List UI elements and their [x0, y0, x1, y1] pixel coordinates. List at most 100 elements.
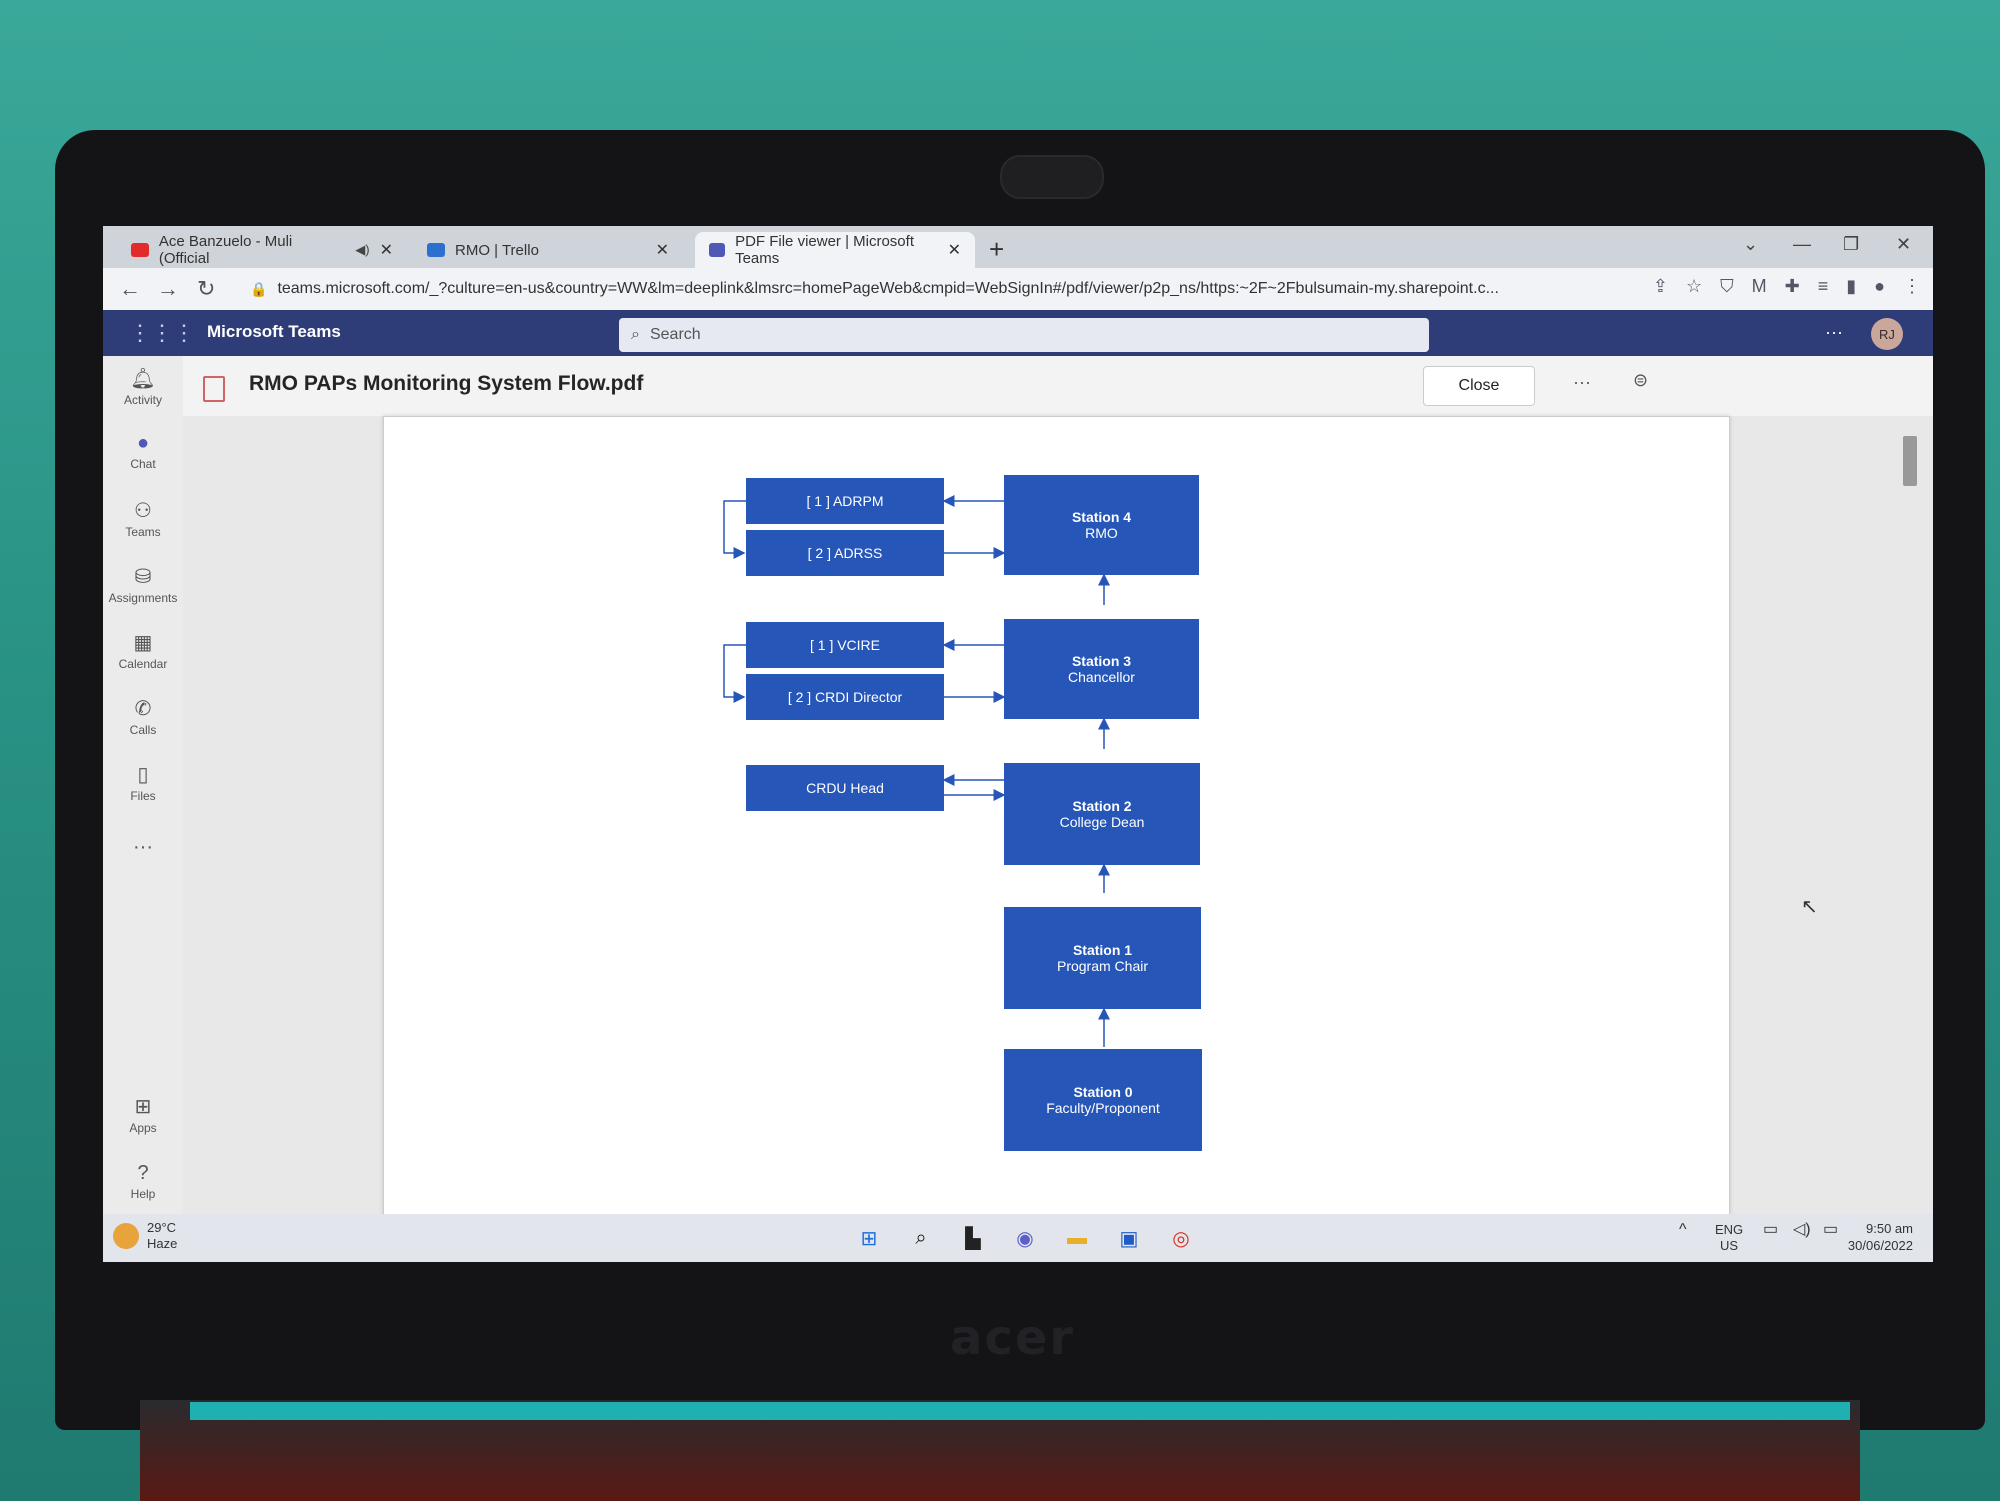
forward-icon[interactable]: →: [157, 276, 179, 302]
teams-icon: [709, 243, 726, 257]
teams-chat-icon[interactable]: ◉: [1009, 1222, 1041, 1254]
tab-label: PDF File viewer | Microsoft Teams: [735, 233, 914, 267]
close-icon[interactable]: ✕: [948, 240, 961, 260]
box-crdi-director: [ 2 ] CRDI Director: [746, 674, 944, 720]
weather-widget[interactable]: 29°C Haze: [113, 1220, 177, 1252]
chevron-down-icon[interactable]: ⌄: [1743, 234, 1758, 255]
phone-icon: ✆: [134, 698, 152, 720]
file-header: RMO PAPs Monitoring System Flow.pdf Clos…: [183, 356, 1933, 416]
new-tab-icon[interactable]: +: [989, 234, 1004, 265]
close-icon[interactable]: ✕: [656, 240, 669, 260]
app-title: Microsoft Teams: [207, 322, 341, 341]
rail-item-calendar[interactable]: ▦ Calendar: [103, 630, 183, 671]
pdf-viewer[interactable]: [ 1 ] ADRPM [ 2 ] ADRSS [ 1 ] VCIRE [ 2 …: [183, 416, 1933, 1218]
restore-icon[interactable]: ❐: [1843, 234, 1859, 255]
file-explorer-icon[interactable]: ▬: [1061, 1222, 1093, 1254]
playlist-icon[interactable]: ≡: [1818, 276, 1829, 297]
trello-icon: [427, 243, 445, 257]
rail-item-help[interactable]: ? Help: [103, 1162, 183, 1201]
address-row: ← → ↻ 🔒 teams.microsoft.com/_?culture=en…: [103, 268, 1933, 310]
connector: [723, 500, 746, 559]
reload-icon[interactable]: ↻: [197, 276, 215, 302]
more-apps-icon[interactable]: ···: [103, 836, 183, 859]
windows-start-icon[interactable]: ⊞: [853, 1222, 885, 1254]
left-rail: 🔔︎ Activity ● Chat ⚇ Teams ⛁ Assignments…: [103, 356, 183, 1262]
file-name: RMO PAPs Monitoring System Flow.pdf: [249, 372, 644, 395]
avatar[interactable]: RJ: [1871, 318, 1903, 350]
station-subtitle: Chancellor: [1068, 669, 1135, 685]
address-bar[interactable]: 🔒 teams.microsoft.com/_?culture=en-us&co…: [238, 273, 1688, 305]
pdf-icon: [203, 376, 225, 402]
close-button[interactable]: Close: [1423, 366, 1535, 406]
more-options-icon[interactable]: ···: [1573, 372, 1591, 393]
rail-item-chat[interactable]: ● Chat: [103, 432, 183, 471]
station-subtitle: College Dean: [1059, 814, 1145, 830]
task-view-icon[interactable]: ▙: [957, 1222, 989, 1254]
apps-icon: ⊞: [134, 1096, 152, 1118]
station-subtitle: Program Chair: [1056, 958, 1149, 974]
rail-item-calls[interactable]: ✆ Calls: [103, 696, 183, 737]
pdf-page: [ 1 ] ADRPM [ 2 ] ADRSS [ 1 ] VCIRE [ 2 …: [383, 416, 1730, 1218]
conversation-icon[interactable]: ⊜: [1633, 370, 1648, 391]
volume-icon[interactable]: ◁): [1793, 1222, 1811, 1238]
station-title: Station 3: [1071, 653, 1132, 669]
window-close-icon[interactable]: ✕: [1896, 234, 1911, 255]
menu-icon[interactable]: ⋮: [1903, 276, 1921, 297]
station-title: Station 1: [1072, 942, 1133, 958]
profile-icon[interactable]: ●: [1874, 276, 1885, 297]
rail-item-label: Apps: [129, 1121, 157, 1135]
back-icon[interactable]: ←: [119, 276, 141, 302]
sidepanel-icon[interactable]: ▮: [1846, 276, 1856, 297]
rail-item-activity[interactable]: 🔔︎ Activity: [103, 366, 183, 407]
browser-tab-strip: Ace Banzuelo - Muli (Official ◀) ✕ RMO |…: [103, 226, 1933, 268]
more-options-icon[interactable]: ···: [1825, 322, 1843, 343]
chrome-icon[interactable]: ◎: [1165, 1222, 1197, 1254]
temperature: 29°C: [147, 1220, 177, 1235]
tab-youtube[interactable]: Ace Banzuelo - Muli (Official ◀) ✕: [117, 232, 407, 268]
help-icon: ?: [137, 1162, 149, 1184]
puzzle-icon[interactable]: ✚: [1785, 276, 1800, 297]
box-adrpm: [ 1 ] ADRPM: [746, 478, 944, 524]
box-vcire: [ 1 ] VCIRE: [746, 622, 944, 668]
tab-teams-pdf[interactable]: PDF File viewer | Microsoft Teams ✕: [695, 232, 975, 268]
station-0-box: Station 0 Faculty/Proponent: [1004, 1049, 1202, 1151]
region-text: US: [1720, 1238, 1739, 1253]
rail-item-label: Chat: [130, 457, 156, 471]
share-icon[interactable]: ⇪: [1653, 276, 1668, 297]
minimize-icon[interactable]: —: [1793, 234, 1811, 255]
search-icon: ⌕: [631, 326, 640, 343]
rail-item-label: Calendar: [118, 657, 168, 671]
station-3-box: Station 3 Chancellor: [1004, 619, 1199, 719]
search-input[interactable]: ⌕ Search: [619, 318, 1429, 352]
language-indicator[interactable]: ENG US: [1715, 1222, 1743, 1254]
clock[interactable]: 9:50 am 30/06/2022: [1848, 1220, 1913, 1254]
app-launcher-icon[interactable]: ⋮⋮⋮: [129, 320, 195, 346]
star-icon[interactable]: ☆: [1686, 276, 1702, 297]
rail-item-assignments[interactable]: ⛁ Assignments: [103, 564, 183, 605]
tab-label: RMO | Trello: [455, 241, 539, 259]
chevron-up-icon[interactable]: ^: [1679, 1222, 1687, 1238]
station-subtitle: Faculty/Proponent: [1046, 1100, 1160, 1116]
rail-item-teams[interactable]: ⚇ Teams: [103, 498, 183, 539]
rail-item-label: Help: [130, 1187, 156, 1201]
brand-logo: acer: [950, 1310, 1076, 1366]
tab-trello[interactable]: RMO | Trello ✕: [413, 232, 683, 268]
chat-icon: ●: [136, 432, 150, 454]
scrollbar-thumb[interactable]: [1903, 436, 1917, 486]
speaker-icon[interactable]: ◀): [355, 242, 369, 258]
extension-icon[interactable]: M: [1752, 276, 1767, 297]
rail-item-files[interactable]: ▯ Files: [103, 762, 183, 803]
search-icon[interactable]: ⌕: [905, 1222, 937, 1254]
keyboard-light-strip: [190, 1402, 1850, 1420]
rail-item-apps[interactable]: ⊞ Apps: [103, 1094, 183, 1135]
battery-icon[interactable]: ▭: [1823, 1222, 1838, 1238]
network-icon[interactable]: ▭: [1763, 1222, 1778, 1238]
store-icon[interactable]: ▣: [1113, 1222, 1145, 1254]
connector: [723, 644, 746, 703]
youtube-icon: [131, 243, 149, 257]
extensions-bar: ⇪ ☆ ⛉ M ✚ ≡ ▮ ● ⋮: [1653, 276, 1921, 297]
tab-label: Ace Banzuelo - Muli (Official: [158, 233, 293, 267]
rail-item-label: Teams: [125, 525, 161, 539]
close-icon[interactable]: ✕: [380, 240, 393, 260]
shield-icon[interactable]: ⛉: [1720, 276, 1734, 297]
